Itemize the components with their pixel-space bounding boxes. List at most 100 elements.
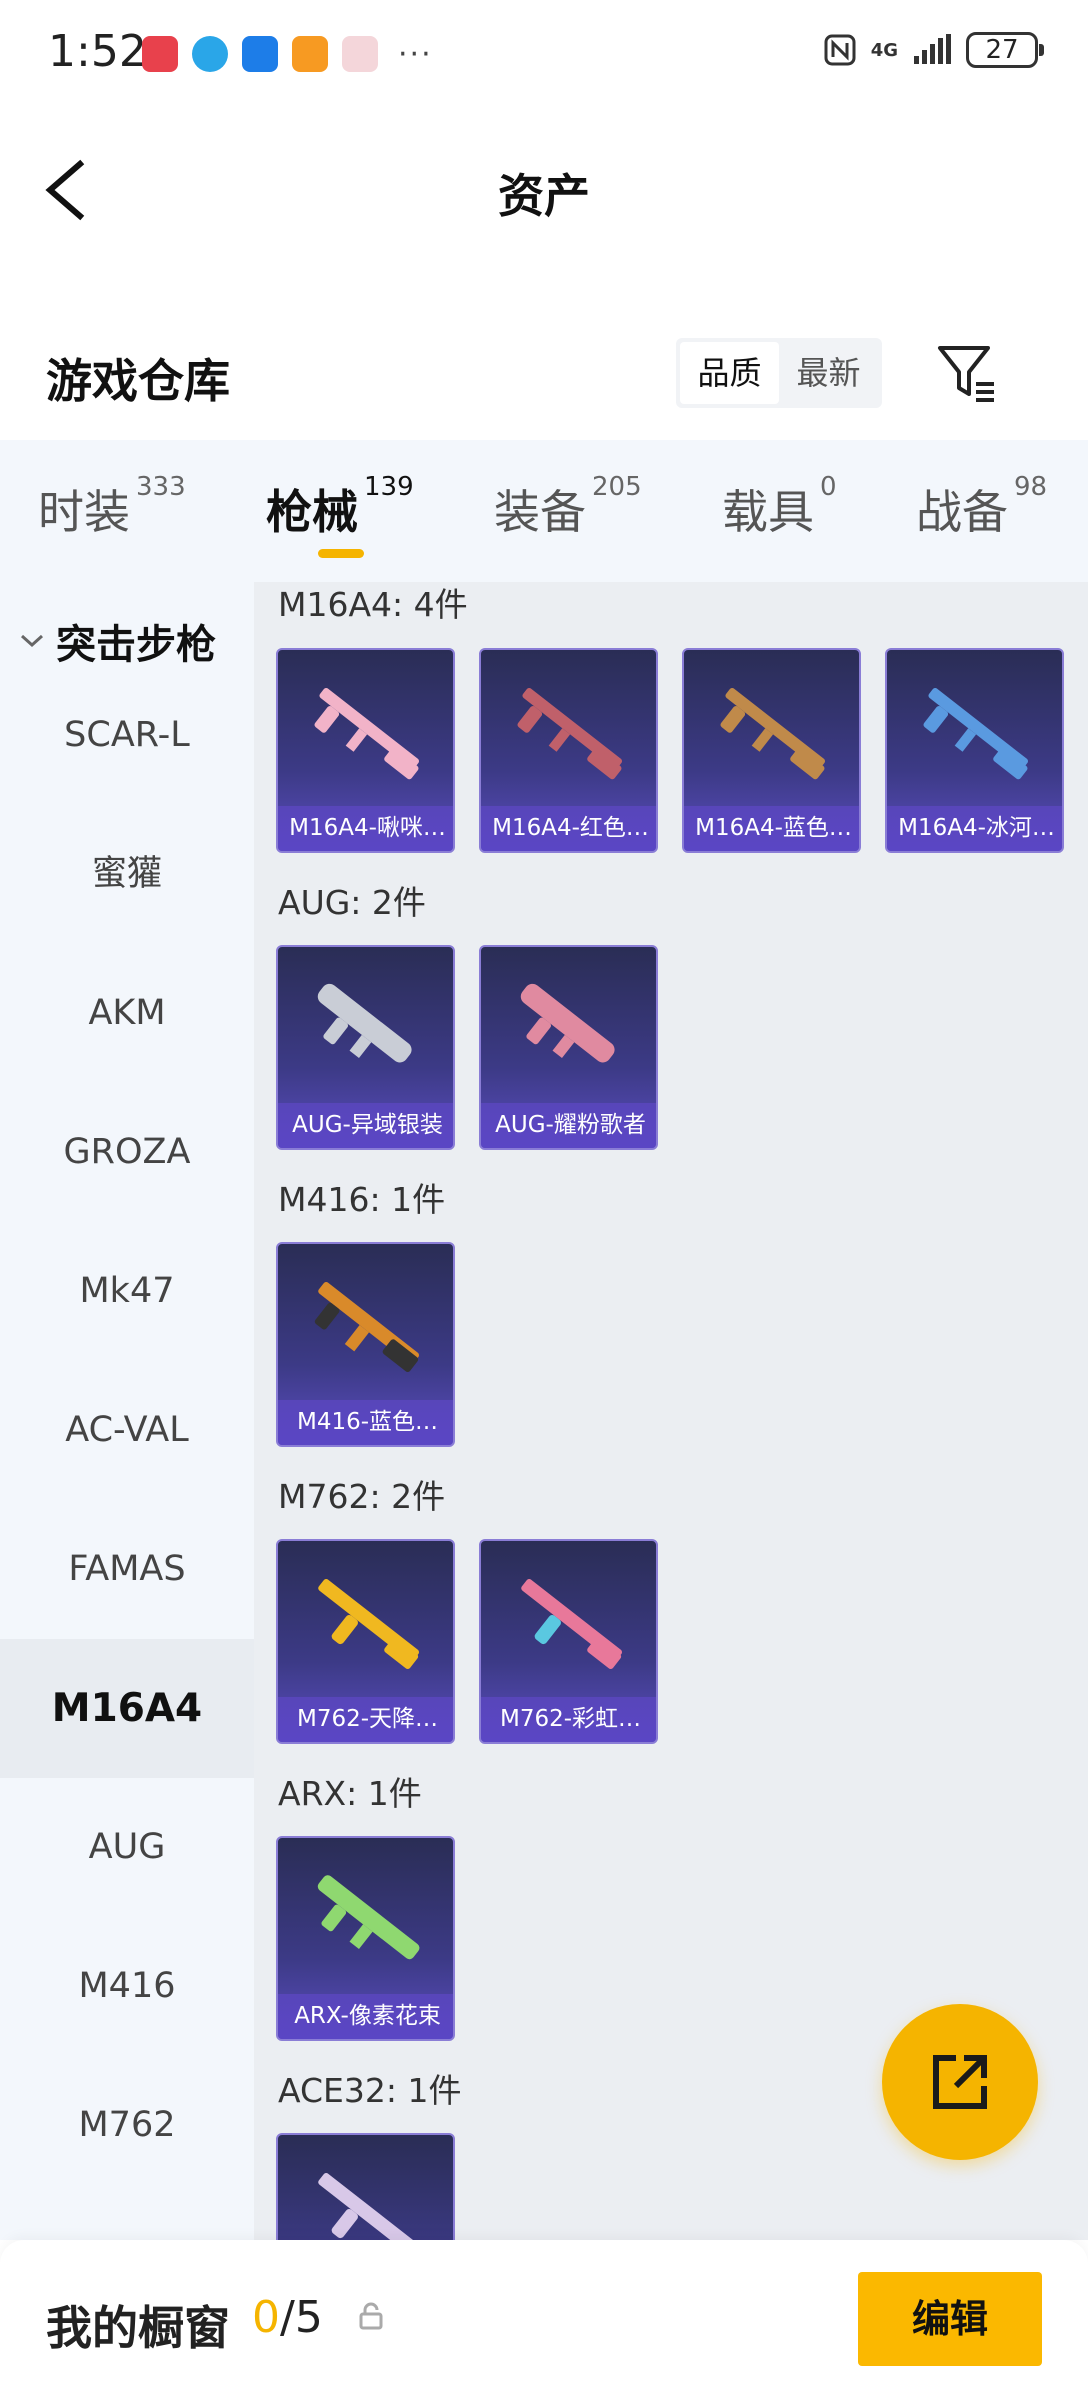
sidebar-group-label: 突击步枪 — [56, 622, 216, 668]
tab-combat-supplies[interactable]: 战备 98 — [916, 472, 1047, 566]
sidebar-item-m16a4[interactable]: M16A4 — [0, 1639, 254, 1778]
rifle-blue-dark-icon — [720, 687, 825, 780]
section-title: M416: 1件 — [278, 1180, 446, 1219]
skin-name: M762-彩虹… — [481, 1697, 656, 1742]
external-link-icon — [933, 2055, 987, 2109]
tab-count: 205 — [592, 472, 642, 502]
skin-card[interactable]: AUG-异域银装 — [276, 945, 455, 1150]
sort-option-latest[interactable]: 最新 — [779, 342, 878, 404]
sidebar-item-scar-l[interactable]: SCAR-L — [0, 666, 254, 805]
aug-pink-icon — [520, 983, 615, 1063]
filter-button[interactable] — [936, 342, 1000, 404]
sidebar-item-ac-val[interactable]: AC-VAL — [0, 1361, 254, 1500]
app-root: 1:52 ··· 4G 27 资产 游戏仓库 品质 最新 时装 333 枪械 1… — [0, 0, 1088, 2400]
tab-count: 139 — [364, 472, 414, 502]
sidebar-item-honey-badger[interactable]: 蜜獾 — [0, 805, 254, 944]
skin-card[interactable]: M762-彩虹… — [479, 1539, 658, 1744]
showcase-total: /5 — [280, 2292, 323, 2343]
rifle-ice-icon — [923, 687, 1028, 780]
section-title: M16A4: 4件 — [278, 585, 468, 624]
skin-name: M416-蓝色… — [278, 1400, 453, 1445]
sidebar-item-famas[interactable]: FAMAS — [0, 1500, 254, 1639]
status-indicators: 4G 27 — [823, 32, 1044, 68]
status-app-icons: ··· — [142, 36, 433, 72]
sidebar-group-assault-rifles[interactable]: 突击步枪 — [18, 612, 216, 670]
weapon-sidebar: 突击步枪 SCAR-L 蜜獾 AKM GROZA Mk47 AC-VAL FAM… — [0, 582, 254, 2240]
sidebar-item-aug[interactable]: AUG — [0, 1778, 254, 1917]
m762-gold-icon — [318, 1578, 419, 1669]
share-fab-button[interactable] — [882, 2004, 1038, 2160]
network-type: 4G — [870, 39, 898, 61]
sidebar-item-m762[interactable]: M762 — [0, 2056, 254, 2195]
tab-count: 333 — [136, 472, 186, 502]
skin-card[interactable]: ARX-像素花束 — [276, 1836, 455, 2041]
section-title: M762: 2件 — [278, 1477, 446, 1516]
huawei-app-icon — [142, 36, 178, 72]
warehouse-title: 游戏仓库 — [46, 354, 230, 408]
video-app-icon — [292, 36, 328, 72]
skin-card[interactable]: M16A4-红色… — [479, 648, 658, 853]
sidebar-item-akm[interactable]: AKM — [0, 944, 254, 1083]
sort-toggle: 品质 最新 — [676, 338, 882, 408]
skin-card[interactable]: M16A4-蓝色… — [682, 648, 861, 853]
nav-bar: 资产 — [0, 130, 1088, 250]
gift-app-icon — [342, 36, 378, 72]
filter-icon — [938, 346, 994, 402]
skin-card[interactable]: M16A4-啾咪… — [276, 648, 455, 853]
rifle-red-icon — [517, 687, 622, 780]
ace32-icon — [318, 2172, 419, 2240]
tab-label: 战备 — [916, 485, 1008, 539]
browser-app-icon — [192, 36, 228, 72]
status-bar: 1:52 ··· 4G 27 — [0, 0, 1088, 110]
skin-name: M16A4-啾咪… — [278, 806, 453, 851]
section-title: AUG: 2件 — [278, 883, 426, 922]
sidebar-item-groza[interactable]: GROZA — [0, 1083, 254, 1222]
tab-label: 载具 — [722, 485, 814, 539]
skin-card[interactable]: M416-蓝色… — [276, 1242, 455, 1447]
m762-rainbow-icon — [521, 1578, 622, 1669]
tab-label: 时装 — [38, 485, 130, 539]
sidebar-item-m416[interactable]: M416 — [0, 1917, 254, 2056]
skin-card[interactable] — [276, 2133, 455, 2240]
skin-name: M16A4-冰河… — [887, 806, 1062, 851]
status-time: 1:52 — [48, 26, 147, 77]
aug-silver-icon — [317, 983, 412, 1063]
showcase-label: 我的橱窗 — [46, 2301, 230, 2355]
m416-orange-icon — [314, 1281, 419, 1372]
sort-option-quality[interactable]: 品质 — [680, 342, 779, 404]
signal-icon — [914, 34, 951, 64]
skin-name: M16A4-蓝色… — [684, 806, 859, 851]
category-tabs: 时装 333 枪械 139 装备 205 载具 0 战备 98 — [0, 440, 1088, 582]
page-title: 资产 — [498, 169, 590, 223]
weapon-grid: M16A4: 4件 M16A4-啾咪… M16A4-红色… M16A4-蓝色… … — [254, 582, 1088, 2240]
section-title: ARX: 1件 — [278, 1774, 422, 1813]
more-notifications-icon: ··· — [398, 36, 433, 72]
skin-name: AUG-异域银装 — [278, 1103, 453, 1148]
tab-label: 枪械 — [266, 485, 358, 539]
skin-card[interactable]: AUG-耀粉歌者 — [479, 945, 658, 1150]
rifle-pink-icon — [314, 687, 419, 780]
tab-fashion[interactable]: 时装 333 — [38, 472, 186, 566]
arx-green-icon — [317, 1875, 420, 1960]
chevron-down-icon — [20, 634, 44, 648]
battery-indicator: 27 — [966, 32, 1044, 68]
tab-count: 0 — [820, 472, 837, 502]
sidebar-item-mk47[interactable]: Mk47 — [0, 1222, 254, 1361]
skin-card[interactable]: M16A4-冰河… — [885, 648, 1064, 853]
tab-label: 装备 — [494, 485, 586, 539]
weather-app-icon — [242, 36, 278, 72]
skin-name: ARX-像素花束 — [278, 1994, 453, 2039]
active-tab-indicator — [318, 549, 364, 558]
skin-name: M762-天降… — [278, 1697, 453, 1742]
lock-icon — [359, 2302, 383, 2330]
section-title: ACE32: 1件 — [278, 2071, 462, 2110]
tab-vehicles[interactable]: 载具 0 — [722, 472, 837, 566]
edit-button[interactable]: 编辑 — [858, 2272, 1042, 2366]
nfc-icon — [824, 34, 856, 66]
tab-equipment[interactable]: 装备 205 — [494, 472, 642, 566]
showcase-used: 0 — [252, 2292, 280, 2343]
showcase-count: 0/5 — [252, 2292, 323, 2343]
showcase-bar: 我的橱窗 0/5 编辑 — [0, 2240, 1088, 2400]
skin-card[interactable]: M762-天降… — [276, 1539, 455, 1744]
tab-count: 98 — [1014, 472, 1048, 502]
